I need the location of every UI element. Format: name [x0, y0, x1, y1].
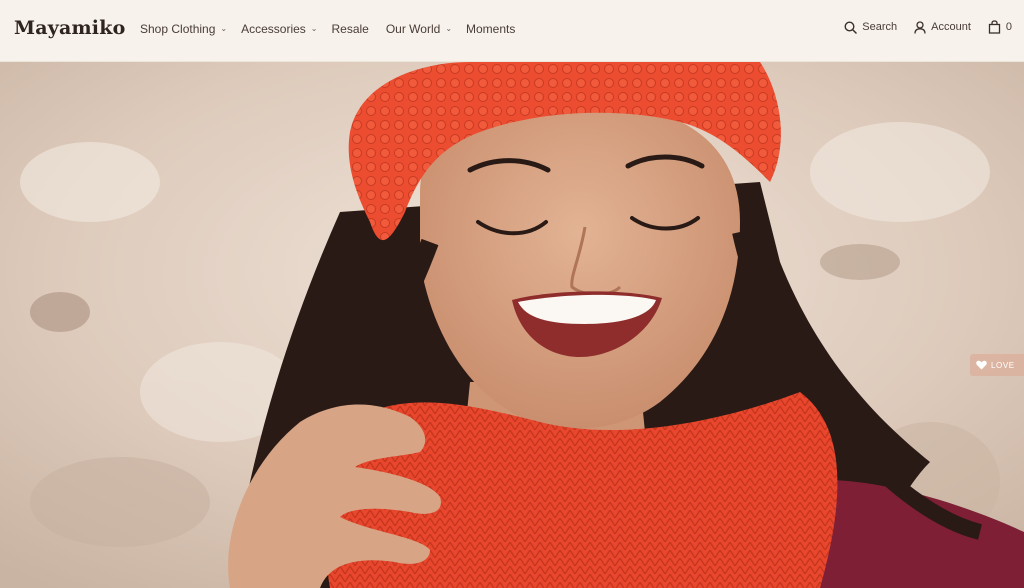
nav-shop-clothing-label: Shop Clothing	[140, 22, 216, 36]
nav-moments-label: Moments	[466, 22, 516, 36]
nav-resale[interactable]: Resale	[331, 22, 368, 36]
nav-accessories-label: Accessories	[241, 22, 306, 36]
search-label: Search	[862, 21, 898, 33]
nav-resale-label: Resale	[331, 22, 369, 36]
hero-image	[0, 62, 1024, 588]
user-icon	[914, 20, 926, 34]
chevron-down-icon: ⌄	[445, 23, 453, 33]
search-button[interactable]: Search	[844, 20, 898, 34]
shopping-bag-icon	[988, 20, 1001, 34]
chevron-down-icon: ⌄	[220, 23, 228, 33]
nav-accessories[interactable]: Accessories ⌄	[241, 22, 317, 36]
cart-button[interactable]: 0	[988, 20, 1012, 34]
main-nav: Shop Clothing ⌄ Accessories ⌄ Resale Our…	[140, 22, 529, 36]
site-header: Mayamiko Shop Clothing ⌄ Accessories ⌄ R…	[0, 0, 1024, 62]
love-tab[interactable]: LOVE	[970, 354, 1024, 376]
utility-nav: Search Account 0	[827, 20, 1012, 34]
brand-logo[interactable]: Mayamiko	[14, 17, 125, 39]
cart-count: 0	[1005, 21, 1012, 33]
love-label: LOVE	[991, 360, 1015, 370]
account-label: Account	[931, 21, 971, 33]
nav-moments[interactable]: Moments	[466, 22, 515, 36]
nav-shop-clothing[interactable]: Shop Clothing ⌄	[140, 22, 227, 36]
heart-icon	[976, 360, 987, 370]
nav-our-world-label: Our World	[385, 22, 441, 36]
nav-our-world[interactable]: Our World ⌄	[386, 22, 452, 36]
search-icon	[844, 20, 858, 34]
hero-banner[interactable]: LOVE	[0, 62, 1024, 588]
account-button[interactable]: Account	[914, 20, 971, 34]
chevron-down-icon: ⌄	[310, 23, 318, 33]
